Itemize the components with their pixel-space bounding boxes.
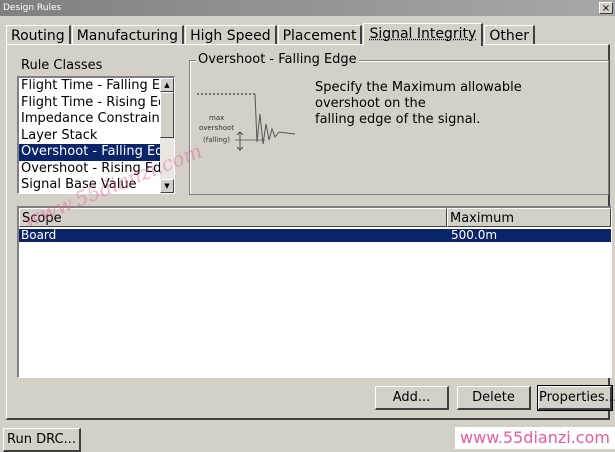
diagram-arrow: [236, 131, 244, 151]
description-line: overshoot on the: [315, 96, 426, 111]
diagram-label-falling: (falling): [203, 136, 230, 144]
rule-description-text: Specify the Maximum allowable overshoot …: [315, 80, 555, 128]
tab-placement[interactable]: Placement: [277, 25, 363, 45]
description-line: falling edge of the signal.: [315, 112, 481, 127]
column-header-scope[interactable]: Scope: [19, 208, 447, 227]
list-item[interactable]: Flight Time - Falling Edge: [19, 78, 161, 95]
rule-description-title: Overshoot - Falling Edge: [196, 52, 359, 67]
table-header: Scope Maximum: [19, 208, 611, 227]
tab-manufacturing[interactable]: Manufacturing: [71, 25, 185, 45]
delete-button[interactable]: Delete: [457, 386, 531, 410]
list-item-selected[interactable]: Overshoot - Falling Edge: [19, 144, 161, 161]
scroll-up-icon[interactable]: ▲: [160, 78, 174, 92]
scroll-thumb[interactable]: [160, 92, 174, 138]
close-icon[interactable]: ×: [599, 2, 613, 14]
rule-classes-label: Rule Classes: [19, 58, 105, 73]
list-item[interactable]: Flight Time - Rising Edge: [19, 95, 161, 112]
cell-maximum: 500.0m: [451, 228, 498, 242]
rules-table[interactable]: Scope Maximum Board 500.0m: [17, 206, 612, 378]
diagram-label-max: max: [209, 114, 224, 122]
description-line: Specify the Maximum allowable: [315, 80, 522, 95]
title-bar: Design Rules ×: [0, 0, 615, 16]
window-title: Design Rules: [3, 3, 62, 13]
tab-signal-integrity-label: Signal Integrity: [369, 26, 477, 42]
design-rules-window: Design Rules × Routing Manufacturing Hig…: [0, 0, 615, 452]
watermark-corner: www.55dianzi.com: [455, 427, 615, 449]
tab-other[interactable]: Other: [484, 25, 536, 45]
properties-button[interactable]: Properties...: [537, 385, 615, 411]
run-drc-button[interactable]: Run DRC...: [3, 428, 81, 452]
diagram-ringing-wave: [254, 93, 296, 145]
cell-scope: Board: [21, 228, 57, 242]
tab-signal-integrity[interactable]: Signal Integrity: [363, 23, 484, 46]
tab-strip: Routing Manufacturing High Speed Placeme…: [6, 22, 536, 46]
column-header-maximum[interactable]: Maximum: [447, 208, 611, 227]
table-row[interactable]: Board 500.0m: [19, 229, 611, 242]
list-item[interactable]: Impedance Constraint: [19, 111, 161, 128]
overshoot-diagram-icon: max overshoot (falling): [197, 93, 296, 151]
tab-routing[interactable]: Routing: [6, 25, 71, 45]
scroll-down-icon[interactable]: ▼: [160, 179, 174, 193]
tab-high-speed[interactable]: High Speed: [185, 25, 277, 45]
diagram-label-overshoot: overshoot: [199, 124, 234, 132]
add-button[interactable]: Add...: [375, 386, 449, 410]
list-item[interactable]: Layer Stack: [19, 128, 161, 145]
